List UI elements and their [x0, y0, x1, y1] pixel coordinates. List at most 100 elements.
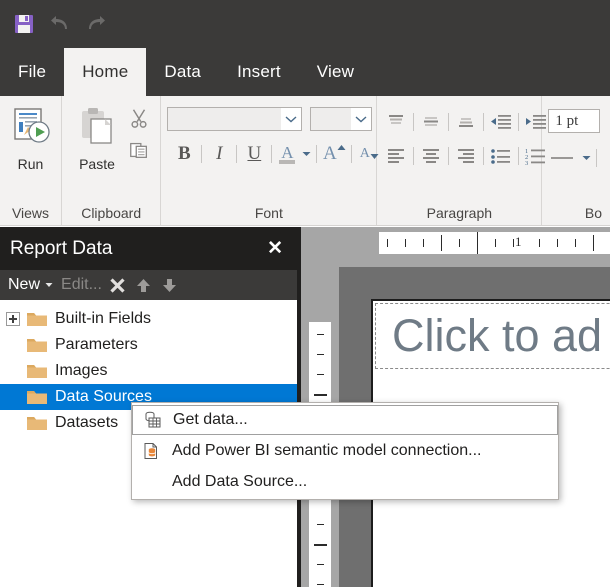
- ribbon-group-font-label: Font: [167, 201, 370, 225]
- ribbon-group-clipboard-label: Clipboard: [68, 201, 154, 225]
- ribbon-group-paragraph: 1 2 3 Paragraph: [377, 96, 542, 225]
- align-bottom-icon[interactable]: [453, 109, 479, 135]
- font-color-icon[interactable]: A: [276, 141, 298, 167]
- run-button-label: Run: [18, 156, 44, 172]
- run-button[interactable]: Run: [6, 101, 55, 172]
- tree-item-label: Datasets: [55, 414, 118, 432]
- redo-icon[interactable]: [80, 8, 112, 40]
- folder-icon: [26, 414, 48, 432]
- tab-file[interactable]: File: [0, 48, 64, 96]
- ribbon-tabstrip: File Home Data Insert View: [0, 48, 610, 96]
- context-menu-item-label: Get data...: [167, 411, 248, 429]
- ribbon-group-font: B I U A: [161, 96, 377, 225]
- page-title: Report Data: [10, 238, 263, 260]
- underline-icon[interactable]: U: [241, 141, 267, 167]
- italic-glyph: I: [216, 143, 222, 165]
- divider: [483, 147, 484, 165]
- expand-icon[interactable]: [6, 312, 20, 326]
- delete-x-icon[interactable]: [108, 275, 128, 295]
- close-icon[interactable]: ✕: [263, 237, 287, 260]
- divider: [518, 147, 519, 165]
- shrink-font-glyph: A: [360, 146, 370, 162]
- application-window: File Home Data Insert View: [0, 0, 610, 587]
- tree-item-parameters[interactable]: Parameters: [0, 332, 297, 358]
- font-size-combo[interactable]: [310, 107, 372, 131]
- line-style-dropdown-icon[interactable]: [580, 145, 592, 171]
- get-data-icon: [139, 409, 167, 431]
- tree-item-built-in-fields[interactable]: Built-in Fields: [0, 306, 297, 332]
- tree-item-label: Built-in Fields: [55, 310, 151, 328]
- move-up-button[interactable]: [134, 275, 154, 295]
- report-data-toolbar: New Edit...: [0, 270, 297, 300]
- clipboard-small-buttons: [126, 101, 152, 163]
- align-center-icon[interactable]: [418, 143, 444, 169]
- chevron-down-icon[interactable]: [281, 108, 301, 130]
- ribbon-group-views-label: Views: [6, 201, 55, 225]
- folder-icon: [26, 310, 48, 328]
- divider: [236, 145, 237, 163]
- decrease-indent-icon[interactable]: [488, 109, 514, 135]
- tab-insert[interactable]: Insert: [219, 48, 299, 96]
- edit-button[interactable]: Edit...: [61, 276, 102, 294]
- border-width-value: 1 pt: [555, 113, 578, 130]
- bold-icon[interactable]: B: [171, 141, 197, 167]
- folder-icon: [26, 388, 48, 406]
- grow-font-glyph: A: [323, 143, 337, 165]
- border-width-input[interactable]: 1 pt: [548, 109, 600, 133]
- font-size-value: [311, 108, 351, 130]
- italic-icon[interactable]: I: [206, 141, 232, 167]
- move-down-icon[interactable]: [160, 275, 180, 295]
- chevron-down-icon[interactable]: [351, 108, 371, 130]
- bullet-list-icon[interactable]: [488, 143, 514, 169]
- folder-icon: [26, 336, 48, 354]
- new-button-label: New: [8, 276, 40, 294]
- save-icon[interactable]: [8, 8, 40, 40]
- paragraph-row-1: [383, 109, 549, 135]
- context-menu-item-label: Add Data Source...: [166, 473, 307, 491]
- font-name-value: [168, 108, 281, 130]
- ribbon: Run Views Paste: [0, 96, 610, 226]
- line-style-icon[interactable]: [548, 145, 578, 171]
- grow-font-icon[interactable]: A: [321, 141, 347, 167]
- move-down-button[interactable]: [160, 275, 180, 295]
- paragraph-row-2: 1 2 3: [383, 143, 549, 169]
- report-data-pane-header: Report Data ✕: [0, 227, 297, 270]
- divider: [201, 145, 202, 163]
- paste-icon: [76, 105, 118, 152]
- divider: [271, 145, 272, 163]
- tree-item-label: Images: [55, 362, 107, 380]
- tab-home[interactable]: Home: [64, 48, 146, 96]
- horizontal-ruler: 1: [379, 232, 610, 254]
- context-menu-item-label: Add Power BI semantic model connection..…: [166, 442, 482, 460]
- delete-button[interactable]: [108, 275, 128, 295]
- new-button[interactable]: New: [8, 275, 55, 295]
- context-menu-item-get-data[interactable]: Get data...: [132, 405, 558, 435]
- context-menu-item-add-data-source[interactable]: Add Data Source...: [132, 466, 558, 497]
- move-up-icon[interactable]: [134, 275, 154, 295]
- cut-icon[interactable]: [126, 105, 152, 131]
- tab-view[interactable]: View: [299, 48, 372, 96]
- align-middle-icon[interactable]: [418, 109, 444, 135]
- font-name-combo[interactable]: [167, 107, 302, 131]
- context-menu: Get data... Add Power BI semantic model …: [131, 402, 559, 500]
- edit-button-label: Edit...: [61, 276, 102, 294]
- paste-button[interactable]: Paste: [68, 101, 126, 172]
- tree-item-images[interactable]: Images: [0, 358, 297, 384]
- underline-glyph: U: [247, 143, 261, 165]
- tab-data[interactable]: Data: [146, 48, 219, 96]
- report-title-placeholder: Click to ad: [392, 310, 602, 362]
- chevron-down-icon[interactable]: [43, 275, 55, 295]
- align-right-icon[interactable]: [453, 143, 479, 169]
- undo-icon[interactable]: [44, 8, 76, 40]
- ruler-label: 1: [515, 234, 522, 250]
- tree-item-label: Parameters: [55, 336, 138, 354]
- divider: [413, 113, 414, 131]
- align-top-icon[interactable]: [383, 109, 409, 135]
- divider: [483, 113, 484, 131]
- align-left-icon[interactable]: [383, 143, 409, 169]
- context-menu-item-add-powerbi-model[interactable]: Add Power BI semantic model connection..…: [132, 435, 558, 466]
- font-color-dropdown-icon[interactable]: [300, 141, 312, 167]
- report-title-textbox[interactable]: Click to ad: [375, 303, 610, 369]
- svg-text:3: 3: [525, 160, 528, 166]
- copy-icon[interactable]: [126, 137, 152, 163]
